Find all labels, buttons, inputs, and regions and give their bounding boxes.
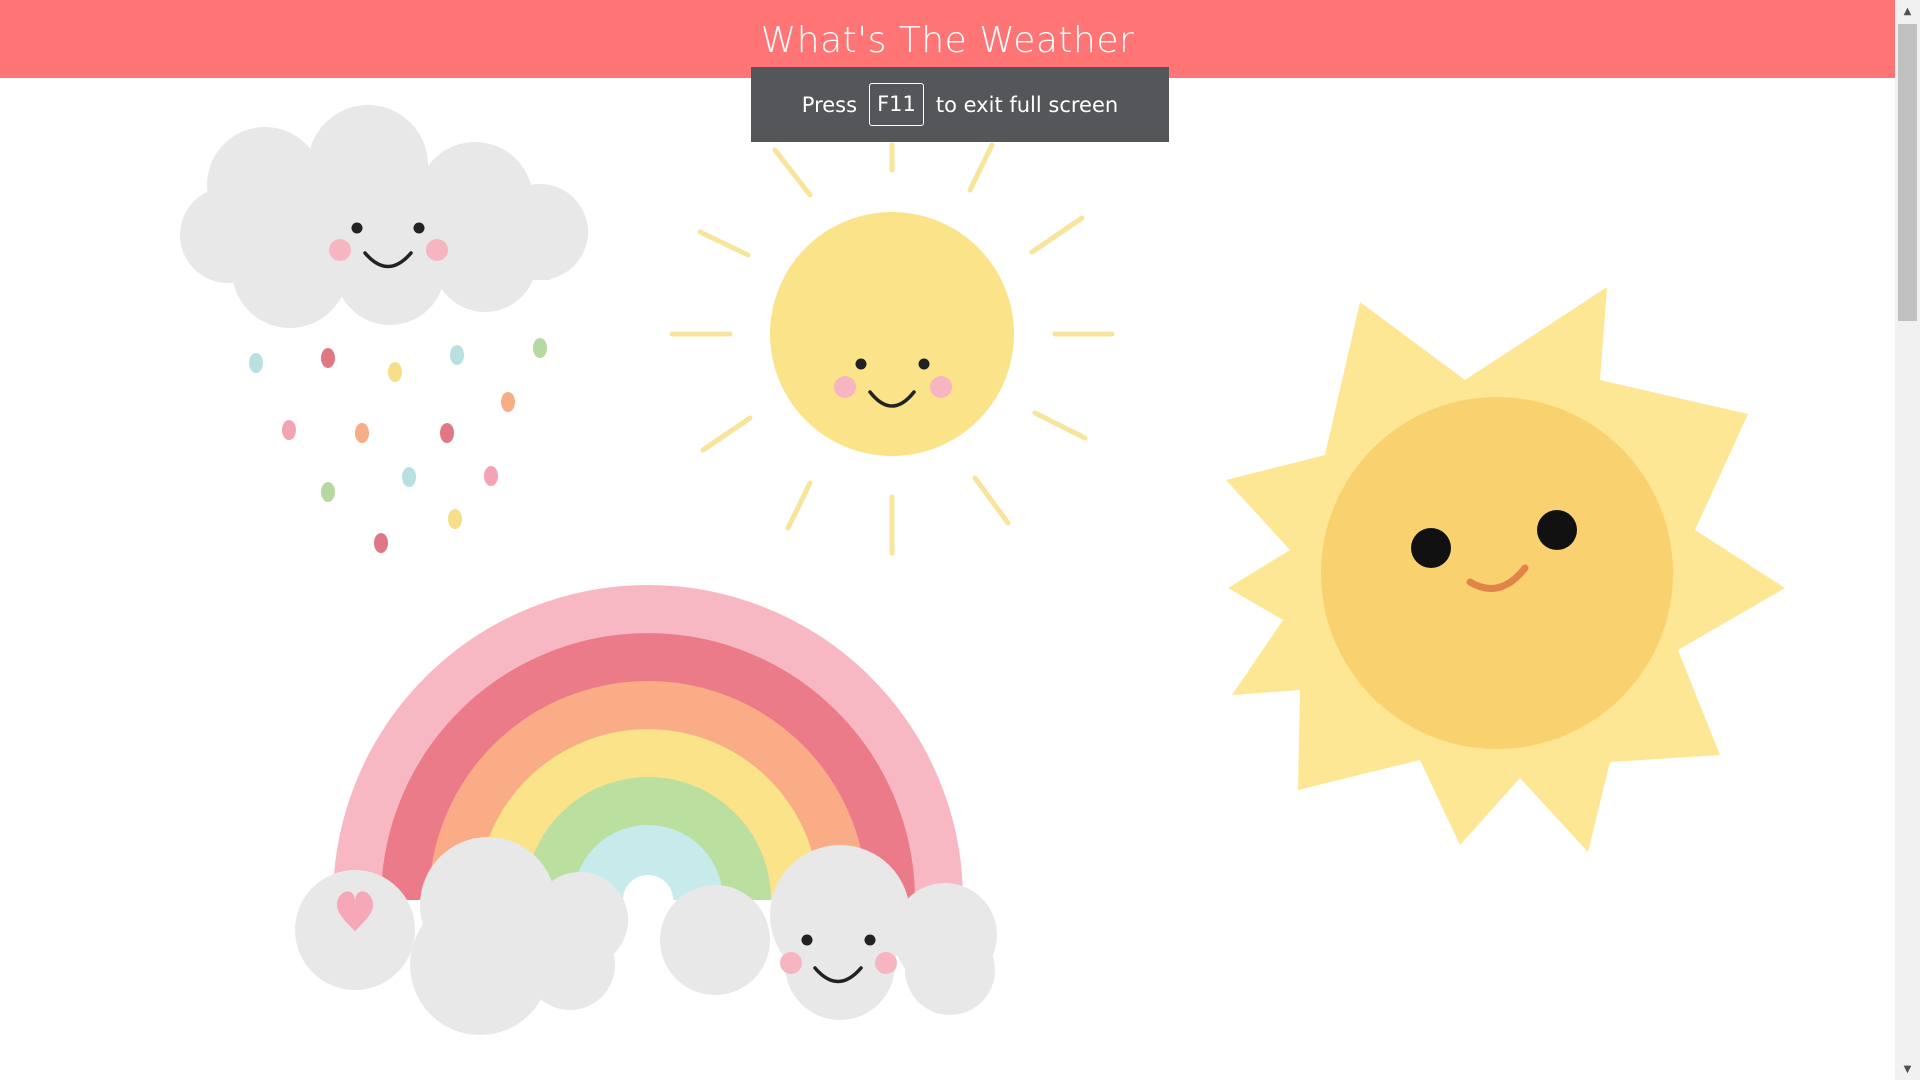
notice-press-text: Press <box>801 92 858 117</box>
fullscreen-exit-notice: Press F11 to exit full screen <box>751 67 1169 142</box>
page-title: What's The Weather <box>760 19 1135 61</box>
scroll-down-icon[interactable]: ▼ <box>1895 1058 1920 1080</box>
smiling-sun-illustration <box>669 142 1115 556</box>
rain-cloud-illustration <box>180 105 588 553</box>
weather-artwork <box>180 105 1785 1035</box>
scroll-up-icon[interactable]: ▲ <box>1895 0 1920 22</box>
large-sun-illustration <box>1226 287 1785 852</box>
rainbow-illustration <box>295 585 997 1035</box>
f11-key-badge: F11 <box>869 83 924 126</box>
notice-suffix-text: to exit full screen <box>935 92 1119 117</box>
vertical-scrollbar[interactable]: ▲ ▼ <box>1895 0 1920 1080</box>
scrollbar-thumb[interactable] <box>1898 24 1917 321</box>
weather-page: What's The Weather Press F11 to exit ful… <box>0 0 1920 1080</box>
